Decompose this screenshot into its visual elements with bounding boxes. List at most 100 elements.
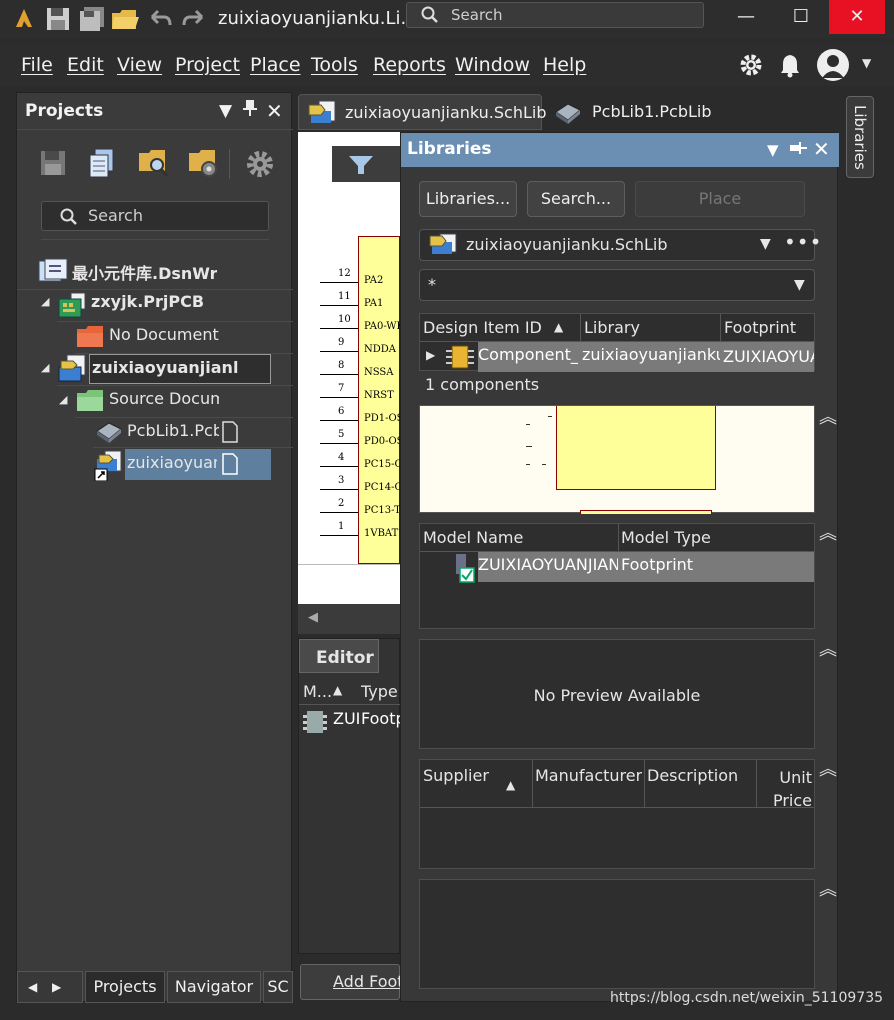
sort-ascending-icon[interactable]: ▲	[554, 320, 563, 334]
chevron-down-icon[interactable]: ▼	[794, 277, 805, 293]
symbol-preview[interactable]	[419, 405, 815, 514]
project-search-input[interactable]: Search	[41, 201, 269, 231]
model-row[interactable]: ZUIXIAOYUANJIAN Footprint	[420, 552, 814, 583]
column-unit-price[interactable]: Unit Price	[764, 766, 812, 812]
place-button[interactable]: Place	[635, 181, 805, 217]
sort-ascending-icon[interactable]: ▲	[506, 778, 515, 792]
open-folder-icon[interactable]	[110, 5, 139, 33]
divider	[532, 760, 533, 808]
folder-icon	[75, 387, 105, 417]
global-search-input[interactable]: Search	[406, 2, 704, 28]
libraries-side-tab[interactable]: Libraries	[846, 96, 874, 178]
tree-item-pcblib[interactable]: PcbLib1.Pcb	[127, 421, 219, 440]
add-footprint-button[interactable]: Add Foot	[300, 964, 404, 1000]
libraries-button[interactable]: Libraries...	[419, 181, 517, 217]
save-icon[interactable]	[44, 5, 72, 33]
tab-navigator[interactable]: Navigator	[167, 971, 261, 1003]
menu-view[interactable]: View	[117, 54, 162, 76]
undo-icon[interactable]	[146, 5, 174, 33]
menu-bar: File Edit View Project Place Tools Repor…	[0, 44, 894, 86]
close-icon[interactable]: ✕	[813, 137, 830, 161]
pin-icon[interactable]	[243, 99, 257, 122]
pin-line	[320, 489, 358, 490]
tab-nav-arrows[interactable]: ◀ ▶	[17, 971, 83, 1003]
column-library[interactable]: Library	[584, 318, 640, 337]
model-preview: No Preview Available	[419, 639, 815, 749]
column-model-type[interactable]: Model Type	[621, 528, 711, 547]
expand-arrow-icon[interactable]: ▶	[426, 348, 435, 362]
user-avatar-icon[interactable]	[816, 48, 850, 86]
menu-file[interactable]: File	[21, 54, 53, 76]
column-model-name[interactable]: Model Name	[423, 528, 523, 547]
tree-item-schlib-selected[interactable]: zuixiaoyuan	[125, 449, 271, 480]
component-row[interactable]: ▶ Component_1 zuixiaoyuanjianku. ZUIXIAO…	[420, 342, 814, 372]
pin-icon[interactable]	[789, 141, 807, 161]
close-icon[interactable]: ✕	[266, 99, 283, 123]
search-button[interactable]: Search...	[527, 181, 625, 217]
column-m[interactable]: M...	[303, 682, 332, 701]
gear-icon[interactable]	[245, 149, 275, 183]
tab-editor[interactable]: Editor	[299, 639, 379, 673]
folder-settings-icon[interactable]	[187, 147, 221, 183]
column-design-item-id[interactable]: Design Item ID	[423, 318, 542, 337]
tree-item-workspace[interactable]: 最小元件库.DsnWr	[72, 260, 217, 284]
title-bar: zuixiaoyuanjianku.Li... Search — ☐ ✕	[0, 0, 894, 38]
collapse-icon[interactable]: ︽	[819, 635, 837, 661]
pin-name: PA0-WK	[364, 321, 400, 332]
menu-edit[interactable]: Edit	[67, 54, 104, 76]
arrow-left-icon[interactable]: ◀	[28, 972, 37, 1002]
column-supplier[interactable]: Supplier	[423, 766, 489, 785]
column-description[interactable]: Description	[647, 766, 738, 785]
tab-schlib[interactable]: zuixiaoyuanjianku.SchLib	[298, 94, 547, 130]
chevron-down-icon[interactable]: ▼	[760, 236, 771, 252]
column-footprint[interactable]: Footprint	[724, 318, 796, 337]
library-select[interactable]: zuixiaoyuanjianku.SchLib ▼ •••	[419, 229, 821, 261]
component-filter-input[interactable]: * ▼	[419, 269, 815, 301]
compile-icon[interactable]	[87, 147, 117, 183]
expand-triangle-icon[interactable]: ◢	[41, 361, 49, 374]
grid-header: Model Name Model Type	[420, 524, 814, 552]
collapse-icon[interactable]: ︽	[819, 519, 837, 545]
gear-icon[interactable]	[738, 52, 764, 82]
chevron-down-icon[interactable]: ▼	[862, 56, 871, 70]
column-manufacturer[interactable]: Manufacturer	[535, 766, 642, 785]
save-project-icon[interactable]	[39, 149, 67, 181]
menu-place[interactable]: Place	[250, 54, 301, 76]
more-options-icon[interactable]: •••	[784, 230, 822, 254]
close-window-button[interactable]: ✕	[829, 0, 885, 34]
tab-sc[interactable]: SC	[263, 971, 293, 1003]
menu-window[interactable]: Window	[455, 54, 530, 76]
menu-project[interactable]: Project	[175, 54, 240, 76]
tree-item-pcb-project[interactable]: zxyjk.PrjPCB	[91, 292, 204, 311]
library-package-icon	[57, 353, 91, 387]
horizontal-scrollbar[interactable]: ◀	[298, 604, 400, 634]
tree-item-library-editbox[interactable]: zuixiaoyuanjianl	[89, 354, 271, 384]
maximize-button[interactable]: ☐	[775, 0, 827, 34]
menu-help[interactable]: Help	[543, 54, 586, 76]
collapse-icon[interactable]: ︽	[819, 403, 837, 429]
tree-item-no-document[interactable]: No Document	[109, 325, 219, 344]
redo-icon[interactable]	[180, 5, 208, 33]
notification-bell-icon[interactable]	[778, 52, 802, 82]
menu-reports[interactable]: Reports	[373, 54, 446, 76]
divider	[580, 314, 581, 342]
expand-triangle-icon[interactable]: ◢	[41, 295, 49, 308]
arrow-right-icon[interactable]: ▶	[52, 972, 61, 1002]
scroll-left-icon[interactable]: ◀	[308, 610, 318, 625]
folder-search-icon[interactable]	[137, 147, 171, 183]
tab-projects[interactable]: Projects	[85, 971, 165, 1003]
tree-item-source-documents[interactable]: Source Docum	[109, 389, 219, 408]
save-all-icon[interactable]	[78, 5, 106, 33]
tab-pcblib[interactable]: PcbLib1.PcbLib	[548, 94, 728, 130]
panel-menu-icon[interactable]: ▼	[219, 101, 232, 121]
editor-row[interactable]: ZUI Footp	[299, 707, 401, 737]
minimize-button[interactable]: —	[720, 0, 772, 34]
collapse-icon[interactable]: ︽	[819, 755, 837, 781]
expand-triangle-icon[interactable]: ◢	[59, 393, 67, 406]
column-type[interactable]: Type	[361, 682, 398, 701]
sort-ascending-icon[interactable]: ▲	[333, 683, 342, 697]
menu-tools[interactable]: Tools	[311, 54, 358, 76]
schematic-canvas[interactable]: 12 PA2 11 PA1 10 PA0-WK 9 NDDA 8 NSSA 7 NRST 6 PD1-OS…	[298, 132, 400, 604]
collapse-icon[interactable]: ︽	[819, 875, 837, 901]
panel-menu-icon[interactable]: ▼	[767, 141, 779, 159]
